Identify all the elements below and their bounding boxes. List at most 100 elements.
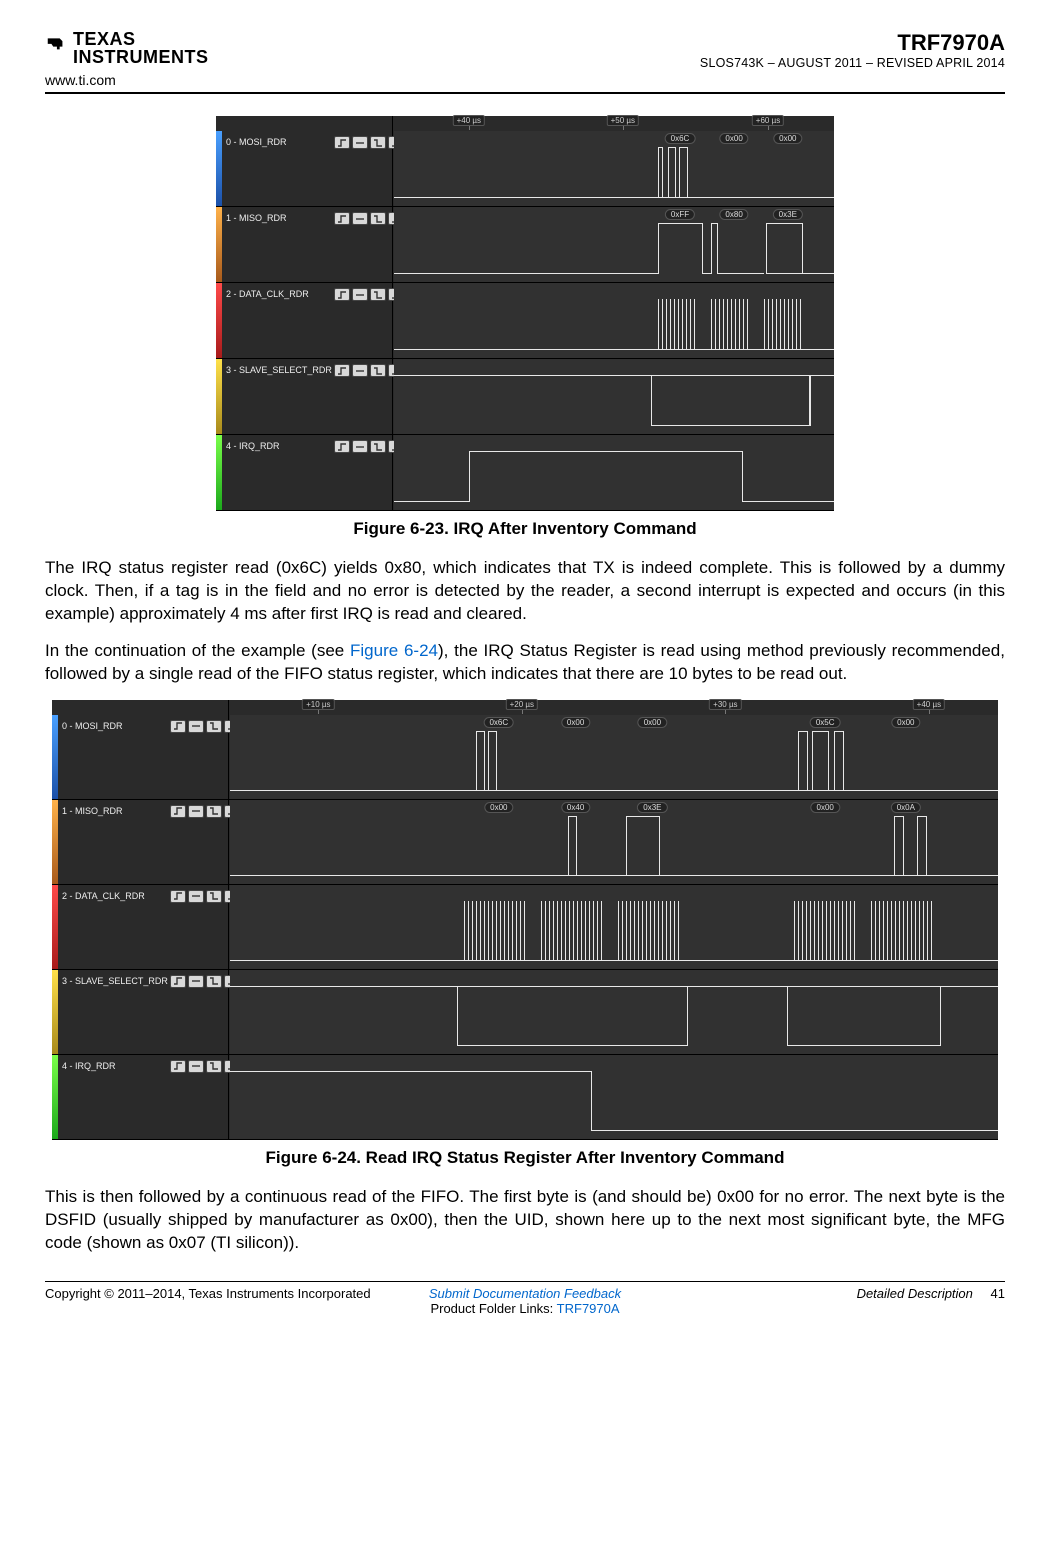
channel-row: 4 - IRQ_RDR bbox=[52, 1055, 998, 1140]
trigger-rising-icon[interactable] bbox=[334, 212, 350, 225]
trigger-rising-icon[interactable] bbox=[334, 136, 350, 149]
decoded-byte: 0x00 bbox=[891, 717, 920, 728]
paragraph-2a: In the continuation of the example (see bbox=[45, 641, 350, 660]
time-tick-label: +40 µs bbox=[453, 115, 485, 126]
footer-copyright: Copyright © 2011–2014, Texas Instruments… bbox=[45, 1286, 429, 1301]
trigger-rising-icon[interactable] bbox=[334, 364, 350, 377]
channel-label: 0 - MOSI_RDR bbox=[226, 137, 287, 147]
time-tick-label: +40 µs bbox=[913, 699, 945, 710]
channel-canvas bbox=[230, 1055, 998, 1139]
channel-color-stripe bbox=[52, 1055, 58, 1139]
decoded-byte: 0x6C bbox=[483, 717, 514, 728]
ti-logo: TEXAS INSTRUMENTS bbox=[45, 30, 209, 66]
trigger-falling-icon[interactable] bbox=[370, 212, 386, 225]
channel-color-stripe bbox=[216, 131, 222, 206]
figure-6-24-ref[interactable]: Figure 6-24 bbox=[350, 641, 438, 660]
channel-canvas: 0x6C0x000x00 bbox=[394, 131, 834, 206]
channel-label: 1 - MISO_RDR bbox=[62, 806, 123, 816]
trigger-level-icon[interactable] bbox=[352, 212, 368, 225]
decoded-byte: 0x00 bbox=[719, 133, 748, 144]
trigger-falling-icon[interactable] bbox=[206, 975, 222, 988]
decoded-byte: 0x00 bbox=[484, 802, 513, 813]
trigger-falling-icon[interactable] bbox=[206, 805, 222, 818]
channel-canvas bbox=[230, 885, 998, 969]
channel-label: 2 - DATA_CLK_RDR bbox=[62, 891, 145, 901]
channel-row: 2 - DATA_CLK_RDR bbox=[52, 885, 998, 970]
trigger-falling-icon[interactable] bbox=[370, 136, 386, 149]
channel-canvas bbox=[394, 435, 834, 510]
logic-analyzer-6-23: +40 µs+50 µs+60 µs0 - MOSI_RDR 0x6C0x000… bbox=[216, 116, 834, 511]
page-number: 41 bbox=[991, 1286, 1005, 1301]
channel-color-stripe bbox=[52, 970, 58, 1054]
decoded-byte: 0x5C bbox=[810, 717, 841, 728]
trigger-level-icon[interactable] bbox=[352, 288, 368, 301]
time-tick-label: +10 µs bbox=[302, 699, 334, 710]
trigger-falling-icon[interactable] bbox=[370, 440, 386, 453]
decoded-byte: 0x3E bbox=[637, 802, 667, 813]
trigger-falling-icon[interactable] bbox=[206, 890, 222, 903]
channel-row: 3 - SLAVE_SELECT_RDR bbox=[216, 359, 834, 435]
channel-canvas: 0x6C0x000x000x5C0x00 bbox=[230, 715, 998, 799]
channel-label: 0 - MOSI_RDR bbox=[62, 721, 123, 731]
decoded-byte: 0x3E bbox=[773, 209, 803, 220]
trigger-rising-icon[interactable] bbox=[170, 890, 186, 903]
decoded-byte: 0x6C bbox=[665, 133, 696, 144]
decoded-byte: 0x00 bbox=[811, 802, 840, 813]
trigger-level-icon[interactable] bbox=[188, 1060, 204, 1073]
channel-canvas bbox=[394, 283, 834, 358]
trigger-rising-icon[interactable] bbox=[334, 288, 350, 301]
figure-6-23-caption: Figure 6-23. IRQ After Inventory Command bbox=[45, 519, 1005, 539]
trigger-rising-icon[interactable] bbox=[334, 440, 350, 453]
decoded-byte: 0x0A bbox=[891, 802, 921, 813]
trigger-level-icon[interactable] bbox=[352, 440, 368, 453]
footer-center: Submit Documentation Feedback Product Fo… bbox=[429, 1286, 621, 1316]
ti-chip-icon bbox=[45, 32, 67, 54]
channel-label: 3 - SLAVE_SELECT_RDR bbox=[62, 976, 168, 986]
submit-feedback-link[interactable]: Submit Documentation Feedback bbox=[429, 1286, 621, 1301]
time-tick-label: +60 µs bbox=[752, 115, 784, 126]
logic-analyzer-6-24: +10 µs+20 µs+30 µs+40 µs0 - MOSI_RDR 0x6… bbox=[52, 700, 998, 1140]
part-number: TRF7970A bbox=[700, 30, 1005, 56]
trigger-level-icon[interactable] bbox=[188, 975, 204, 988]
channel-label: 4 - IRQ_RDR bbox=[62, 1061, 116, 1071]
figure-6-24: +10 µs+20 µs+30 µs+40 µs0 - MOSI_RDR 0x6… bbox=[45, 700, 1005, 1168]
channel-canvas bbox=[230, 970, 998, 1054]
channel-color-stripe bbox=[52, 885, 58, 969]
channel-canvas: 0x00 0x40 0x3E 0x00 0x0A bbox=[230, 800, 998, 884]
trigger-falling-icon[interactable] bbox=[370, 288, 386, 301]
ti-wordmark: TEXAS INSTRUMENTS bbox=[73, 30, 209, 66]
trigger-falling-icon[interactable] bbox=[206, 1060, 222, 1073]
product-folder-link[interactable]: TRF7970A bbox=[557, 1301, 620, 1316]
paragraph-2: In the continuation of the example (see … bbox=[45, 640, 1005, 686]
channel-row: 2 - DATA_CLK_RDR bbox=[216, 283, 834, 359]
trigger-level-icon[interactable] bbox=[188, 805, 204, 818]
ti-word-line2: INSTRUMENTS bbox=[73, 48, 209, 66]
page-header: TEXAS INSTRUMENTS www.ti.com TRF7970A SL… bbox=[45, 30, 1005, 94]
trigger-falling-icon[interactable] bbox=[370, 364, 386, 377]
trigger-level-icon[interactable] bbox=[188, 720, 204, 733]
decoded-byte: 0x80 bbox=[719, 209, 748, 220]
channel-label: 4 - IRQ_RDR bbox=[226, 441, 280, 451]
channel-row: 4 - IRQ_RDR bbox=[216, 435, 834, 511]
product-folder-label: Product Folder Links: bbox=[430, 1301, 556, 1316]
channel-color-stripe bbox=[216, 283, 222, 358]
ti-word-line1: TEXAS bbox=[73, 30, 209, 48]
trigger-falling-icon[interactable] bbox=[206, 720, 222, 733]
figure-6-23: +40 µs+50 µs+60 µs0 - MOSI_RDR 0x6C0x000… bbox=[45, 116, 1005, 539]
channel-label: 1 - MISO_RDR bbox=[226, 213, 287, 223]
trigger-rising-icon[interactable] bbox=[170, 975, 186, 988]
header-right: TRF7970A SLOS743K – AUGUST 2011 – REVISE… bbox=[700, 30, 1005, 70]
paragraph-3: This is then followed by a continuous re… bbox=[45, 1186, 1005, 1255]
trigger-rising-icon[interactable] bbox=[170, 720, 186, 733]
footer-right: Detailed Description 41 bbox=[621, 1286, 1005, 1301]
header-url[interactable]: www.ti.com bbox=[45, 72, 209, 88]
trigger-level-icon[interactable] bbox=[188, 890, 204, 903]
trigger-rising-icon[interactable] bbox=[170, 1060, 186, 1073]
trigger-rising-icon[interactable] bbox=[170, 805, 186, 818]
channel-row: 1 - MISO_RDR 0xFF0x800x3E bbox=[216, 207, 834, 283]
channel-row: 3 - SLAVE_SELECT_RDR bbox=[52, 970, 998, 1055]
time-tick-label: +30 µs bbox=[709, 699, 741, 710]
decoded-byte: 0x40 bbox=[561, 802, 590, 813]
trigger-level-icon[interactable] bbox=[352, 364, 368, 377]
trigger-level-icon[interactable] bbox=[352, 136, 368, 149]
